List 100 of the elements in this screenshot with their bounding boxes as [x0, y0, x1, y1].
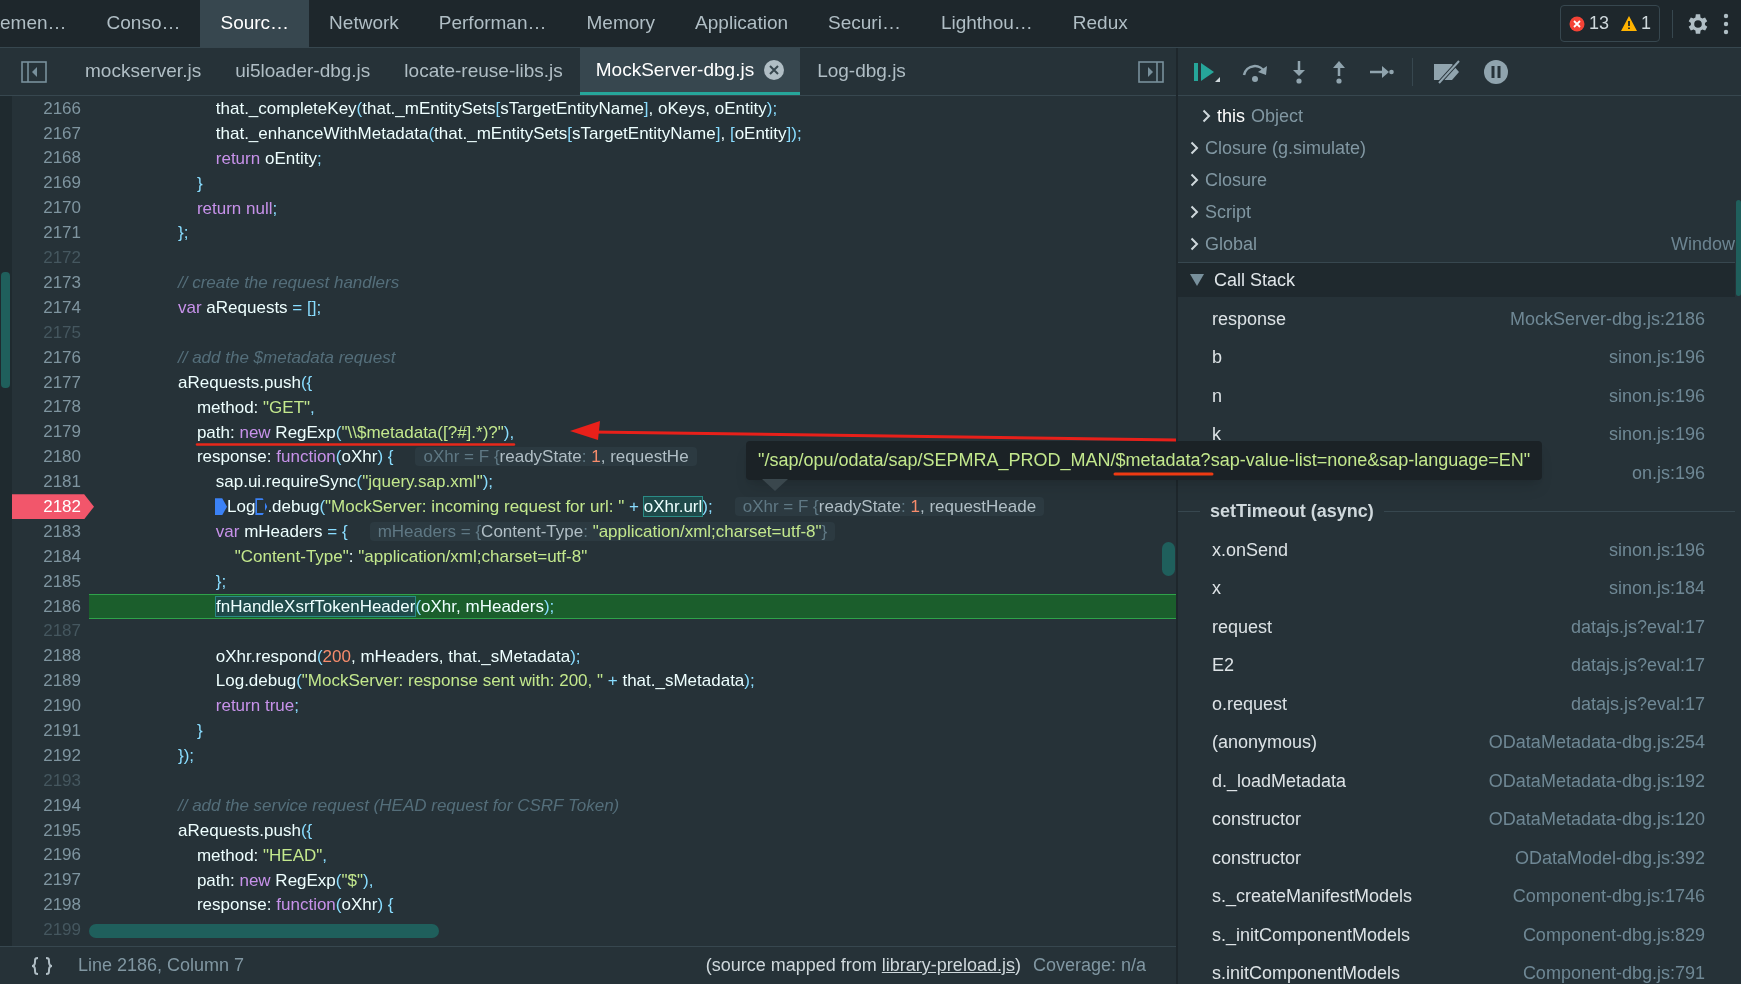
scope-property[interactable]: this — [1217, 102, 1245, 130]
call-frame-name[interactable]: s._initComponentModels — [1212, 921, 1411, 949]
call-frame-name[interactable]: s.initComponentModels — [1212, 960, 1401, 984]
call-frame-name[interactable]: x — [1212, 575, 1221, 603]
expand-icon[interactable] — [1190, 205, 1199, 219]
inline-breakpoint-icon[interactable] — [255, 498, 268, 516]
line-number: 2182 — [12, 494, 94, 520]
inline-value-hint: oXhr = F {readyState: 1, requestHe — [415, 447, 697, 467]
line-number: 2180 — [42, 446, 82, 469]
call-frame-name[interactable]: request — [1212, 613, 1273, 641]
code-line: Log.debug("MockServer: response sent with: 200, " + that._sMetadata); — [214, 671, 755, 691]
line-number: 2181 — [42, 471, 82, 494]
call-frame-name[interactable]: constructor — [1212, 844, 1302, 872]
call-frame-location[interactable]: on.js:196 — [1631, 459, 1705, 487]
call-frame-name[interactable]: E2 — [1212, 652, 1235, 680]
call-frame-name[interactable]: n — [1212, 382, 1222, 410]
line-number: 2185 — [42, 570, 82, 593]
call-frame-location[interactable]: datajs.js?eval:17 — [1570, 690, 1705, 718]
more-options-icon[interactable] — [1723, 12, 1729, 35]
sidebar-toggle-icon[interactable] — [1138, 60, 1164, 83]
code-line: response: function(oXhr) { — [195, 447, 394, 467]
call-frame-location[interactable]: ODataMetadata-dbg.js:192 — [1488, 767, 1705, 795]
expand-icon[interactable] — [1202, 109, 1211, 123]
file-tab[interactable]: locate-reuse-libs.js — [391, 48, 576, 95]
file-tab[interactable]: mockserver.js — [72, 48, 215, 95]
line-number: 2190 — [42, 695, 82, 718]
error-count: 13 — [1588, 12, 1609, 35]
line-number: 2174 — [42, 296, 82, 319]
file-tab[interactable]: Log-dbg.js — [804, 48, 919, 95]
code-line: path: new RegExp("\\$metadata([?#].*)?"), — [195, 422, 515, 442]
pretty-print-icon[interactable] — [30, 955, 54, 976]
call-stack-header[interactable]: Call Stack — [1178, 262, 1735, 297]
scope-section[interactable]: Closure — [1205, 166, 1268, 194]
call-frame-location[interactable]: ODataMetadata-dbg.js:120 — [1488, 806, 1705, 834]
expand-icon[interactable] — [1190, 141, 1199, 155]
code-line: return oEntity; — [214, 148, 322, 168]
inline-value-hint: mHeaders = {Content-Type: "application/xml;charset=utf-8"} — [369, 522, 836, 542]
call-frame-location[interactable]: sinon.js:196 — [1608, 421, 1705, 449]
line-number: 2183 — [42, 520, 82, 543]
vertical-scrollbar[interactable] — [1162, 542, 1175, 576]
call-frame-location[interactable]: sinon.js:196 — [1608, 536, 1705, 564]
call-frame-name[interactable]: constructor — [1212, 806, 1302, 834]
call-frame-location[interactable]: Component-dbg.js:829 — [1522, 921, 1705, 949]
panel-tab[interactable]: Lighthou… — [920, 0, 1053, 47]
tooltip-pointer-icon — [762, 479, 788, 491]
panel-tab[interactable]: Sourc… — [200, 0, 310, 47]
code-line: that._completeKey(that._mEntitySets[sTargetEntityName], oKeys, oEntity); — [214, 98, 778, 118]
call-frame-location[interactable]: ODataMetadata-dbg.js:254 — [1488, 729, 1705, 757]
line-number: 2192 — [42, 744, 82, 767]
call-frame-location[interactable]: Component-dbg.js:791 — [1522, 960, 1705, 984]
file-tab[interactable]: MockServer-dbg.js — [579, 48, 801, 95]
call-frame-location[interactable]: sinon.js:196 — [1608, 344, 1705, 372]
panel-tab[interactable]: Securi… — [808, 0, 921, 47]
panel-tab[interactable]: Conso… — [86, 0, 201, 47]
call-frame-location[interactable]: datajs.js?eval:17 — [1570, 613, 1705, 641]
line-number: 2196 — [42, 844, 82, 867]
code-line: // create the request handlers — [178, 273, 400, 293]
sidebar-toggle-icon[interactable] — [21, 60, 47, 83]
call-frame-name[interactable]: o.request — [1212, 690, 1288, 718]
collapse-icon[interactable] — [1190, 274, 1204, 286]
code-line: return true; — [214, 696, 299, 716]
horizontal-scrollbar[interactable] — [89, 924, 439, 938]
issues-counter[interactable]: 13 1 — [1559, 5, 1660, 42]
scope-section[interactable]: Global — [1205, 230, 1258, 258]
panel-tab[interactable]: Redux — [1052, 0, 1148, 47]
line-number: 2184 — [42, 545, 82, 568]
panel-tab[interactable]: Network — [309, 0, 419, 47]
call-frame-name[interactable]: response — [1212, 305, 1287, 333]
call-frame-location[interactable]: ODataModel-dbg.js:392 — [1514, 844, 1705, 872]
panel-tab[interactable]: Memory — [566, 0, 676, 47]
call-frame-name[interactable]: s._createManifestModels — [1212, 883, 1413, 911]
panel-tab[interactable]: Performan… — [418, 0, 567, 47]
line-number: 2179 — [42, 421, 82, 444]
scope-section[interactable]: Script — [1205, 198, 1251, 226]
file-tab[interactable]: ui5loader-dbg.js — [222, 48, 384, 95]
code-line: } — [195, 721, 203, 741]
call-frame-location[interactable]: MockServer-dbg.js:2186 — [1509, 305, 1705, 333]
inline-breakpoint-icon[interactable] — [215, 498, 227, 516]
call-frame-location[interactable]: sinon.js:184 — [1608, 575, 1705, 603]
expand-icon[interactable] — [1190, 173, 1199, 187]
call-frame-location[interactable]: sinon.js:196 — [1608, 382, 1705, 410]
call-frame-location[interactable]: Component-dbg.js:1746 — [1512, 883, 1705, 911]
line-number: 2189 — [42, 670, 82, 693]
scope-section[interactable]: Closure (g.simulate) — [1205, 134, 1367, 162]
code-line: .debug("MockServer: incoming request for url: " + oXhr.url); — [267, 497, 713, 517]
source-link[interactable]: library-preload.js — [881, 955, 1015, 975]
call-frame-name[interactable]: (anonymous) — [1212, 729, 1318, 757]
code-line: aRequests.push({ — [178, 372, 313, 392]
code-line: // add the service request (HEAD request for CSRF Token) — [178, 795, 620, 815]
panel-tab[interactable]: emen… — [0, 0, 87, 47]
panel-scrollbar[interactable] — [1736, 200, 1741, 296]
call-frame-name[interactable]: x.onSend — [1212, 536, 1289, 564]
call-frame-name[interactable]: d._loadMetadata — [1212, 767, 1347, 795]
expand-icon[interactable] — [1190, 237, 1199, 251]
pause-on-exceptions-icon[interactable] — [1483, 58, 1509, 85]
call-frame-location[interactable]: datajs.js?eval:17 — [1570, 652, 1705, 680]
panel-tab[interactable]: Application — [675, 0, 809, 47]
call-frame-name[interactable]: b — [1212, 344, 1222, 372]
close-icon[interactable] — [764, 60, 785, 80]
line-number: 2186 — [42, 595, 82, 618]
